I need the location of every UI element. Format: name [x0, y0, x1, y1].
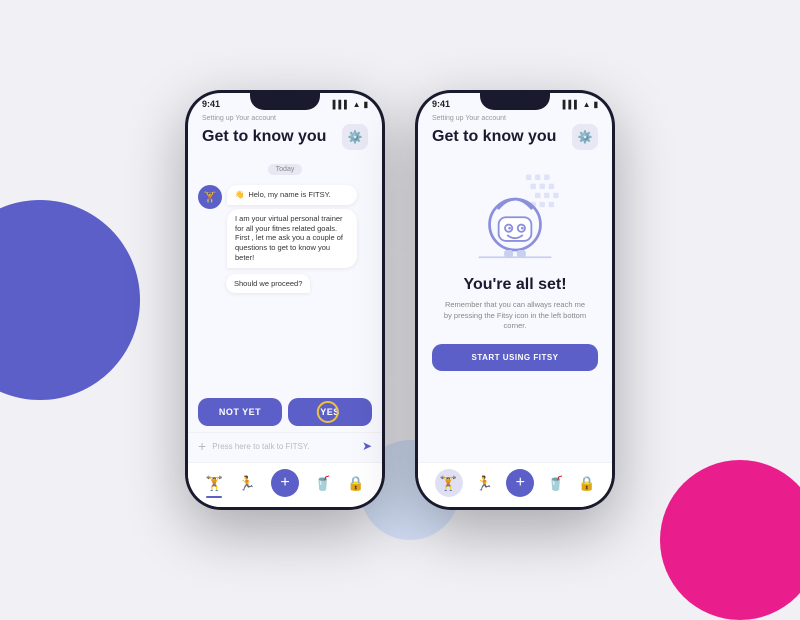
action-buttons: NOT YET YES	[188, 392, 382, 432]
yes-ring	[317, 401, 339, 423]
not-yet-button[interactable]: NOT YET	[198, 398, 282, 426]
nav-fitness-2-active[interactable]: 🏋️	[435, 469, 463, 497]
nav-run[interactable]: 🏃	[238, 475, 255, 492]
send-button[interactable]: ➤	[362, 439, 372, 453]
battery-icon-2: ▮	[594, 100, 598, 109]
header-row-2: Get to know you ⚙️	[432, 124, 598, 150]
phone-1-notch	[250, 90, 320, 110]
plus-icon[interactable]: +	[198, 438, 206, 454]
phone-1: 9:41 ▌▌▌ ▲ ▮ Setting up Your account Get…	[185, 90, 385, 510]
user-bubble: Should we proceed?	[226, 274, 310, 293]
page-title-2: Get to know you	[432, 128, 556, 146]
phone-2-inner: 9:41 ▌▌▌ ▲ ▮ Setting up Your account Get…	[418, 93, 612, 507]
status-time-2: 9:41	[432, 99, 450, 109]
nav-nutrition[interactable]: 🥤	[314, 475, 331, 492]
setting-label-2: Setting up Your account	[432, 115, 598, 122]
phone-2-notch	[480, 90, 550, 110]
yes-button[interactable]: YES	[288, 398, 372, 426]
greeting-text: Helo, my name is FITSY.	[248, 190, 330, 200]
phone-2-header: Setting up Your account Get to know you …	[418, 111, 612, 158]
nav-lock[interactable]: 🔒	[347, 475, 364, 492]
success-title: You're all set!	[463, 276, 566, 294]
wifi-icon-2: ▲	[583, 100, 591, 109]
phones-container: 9:41 ▌▌▌ ▲ ▮ Setting up Your account Get…	[0, 0, 800, 600]
nav-fitness[interactable]: 🏋️	[206, 475, 223, 492]
status-time-1: 9:41	[202, 99, 220, 109]
date-badge: Today	[268, 164, 303, 175]
settings-button-2[interactable]: ⚙️	[572, 124, 598, 150]
nav-add-button[interactable]: +	[271, 469, 299, 497]
signal-icon-2: ▌▌▌	[563, 100, 580, 109]
success-description: Remember that you can allways reach me b…	[432, 300, 598, 332]
setting-label-1: Setting up Your account	[202, 115, 368, 122]
nav-add-button-2[interactable]: +	[506, 469, 534, 497]
status-icons-2: ▌▌▌ ▲ ▮	[563, 100, 598, 109]
bot-message-row-1: 🏋️ 👋 Helo, my name is FITSY. I am your v…	[198, 185, 372, 268]
bot-main-bubble: I am your virtual personal trainer for a…	[227, 209, 357, 268]
start-using-button[interactable]: START USING FITSY	[432, 344, 598, 371]
phone-2: 9:41 ▌▌▌ ▲ ▮ Setting up Your account Get…	[415, 90, 615, 510]
success-content: You're all set! Remember that you can al…	[418, 158, 612, 462]
bottom-nav-1: 🏋️ 🏃 + 🥤 🔒	[188, 462, 382, 507]
settings-button-1[interactable]: ⚙️	[342, 124, 368, 150]
header-row-1: Get to know you ⚙️	[202, 124, 368, 150]
nav-lock-2[interactable]: 🔒	[578, 475, 595, 492]
bot-bubble-group: 👋 Helo, my name is FITSY. I am your virt…	[227, 185, 357, 268]
greeting-emoji: 👋	[235, 190, 244, 200]
page-title-1: Get to know you	[202, 128, 326, 146]
status-icons-1: ▌▌▌ ▲ ▮	[333, 100, 368, 109]
input-bar: + Press here to talk to FITSY. ➤	[188, 432, 382, 462]
input-placeholder[interactable]: Press here to talk to FITSY.	[212, 442, 356, 451]
robot-illustration	[460, 170, 570, 270]
signal-icon: ▌▌▌	[333, 100, 350, 109]
wifi-icon: ▲	[353, 100, 361, 109]
phone-1-inner: 9:41 ▌▌▌ ▲ ▮ Setting up Your account Get…	[188, 93, 382, 507]
greeting-bubble: 👋 Helo, my name is FITSY.	[227, 185, 357, 205]
battery-icon: ▮	[364, 100, 368, 109]
nav-run-2[interactable]: 🏃	[476, 475, 493, 492]
bottom-nav-2: 🏋️ 🏃 + 🥤 🔒	[418, 462, 612, 507]
bot-avatar: 🏋️	[198, 185, 222, 209]
nav-nutrition-2[interactable]: 🥤	[547, 475, 564, 492]
chat-area: Today 🏋️ 👋 Helo, my name is FITSY. I am …	[188, 158, 382, 392]
phone-1-header: Setting up Your account Get to know you …	[188, 111, 382, 158]
